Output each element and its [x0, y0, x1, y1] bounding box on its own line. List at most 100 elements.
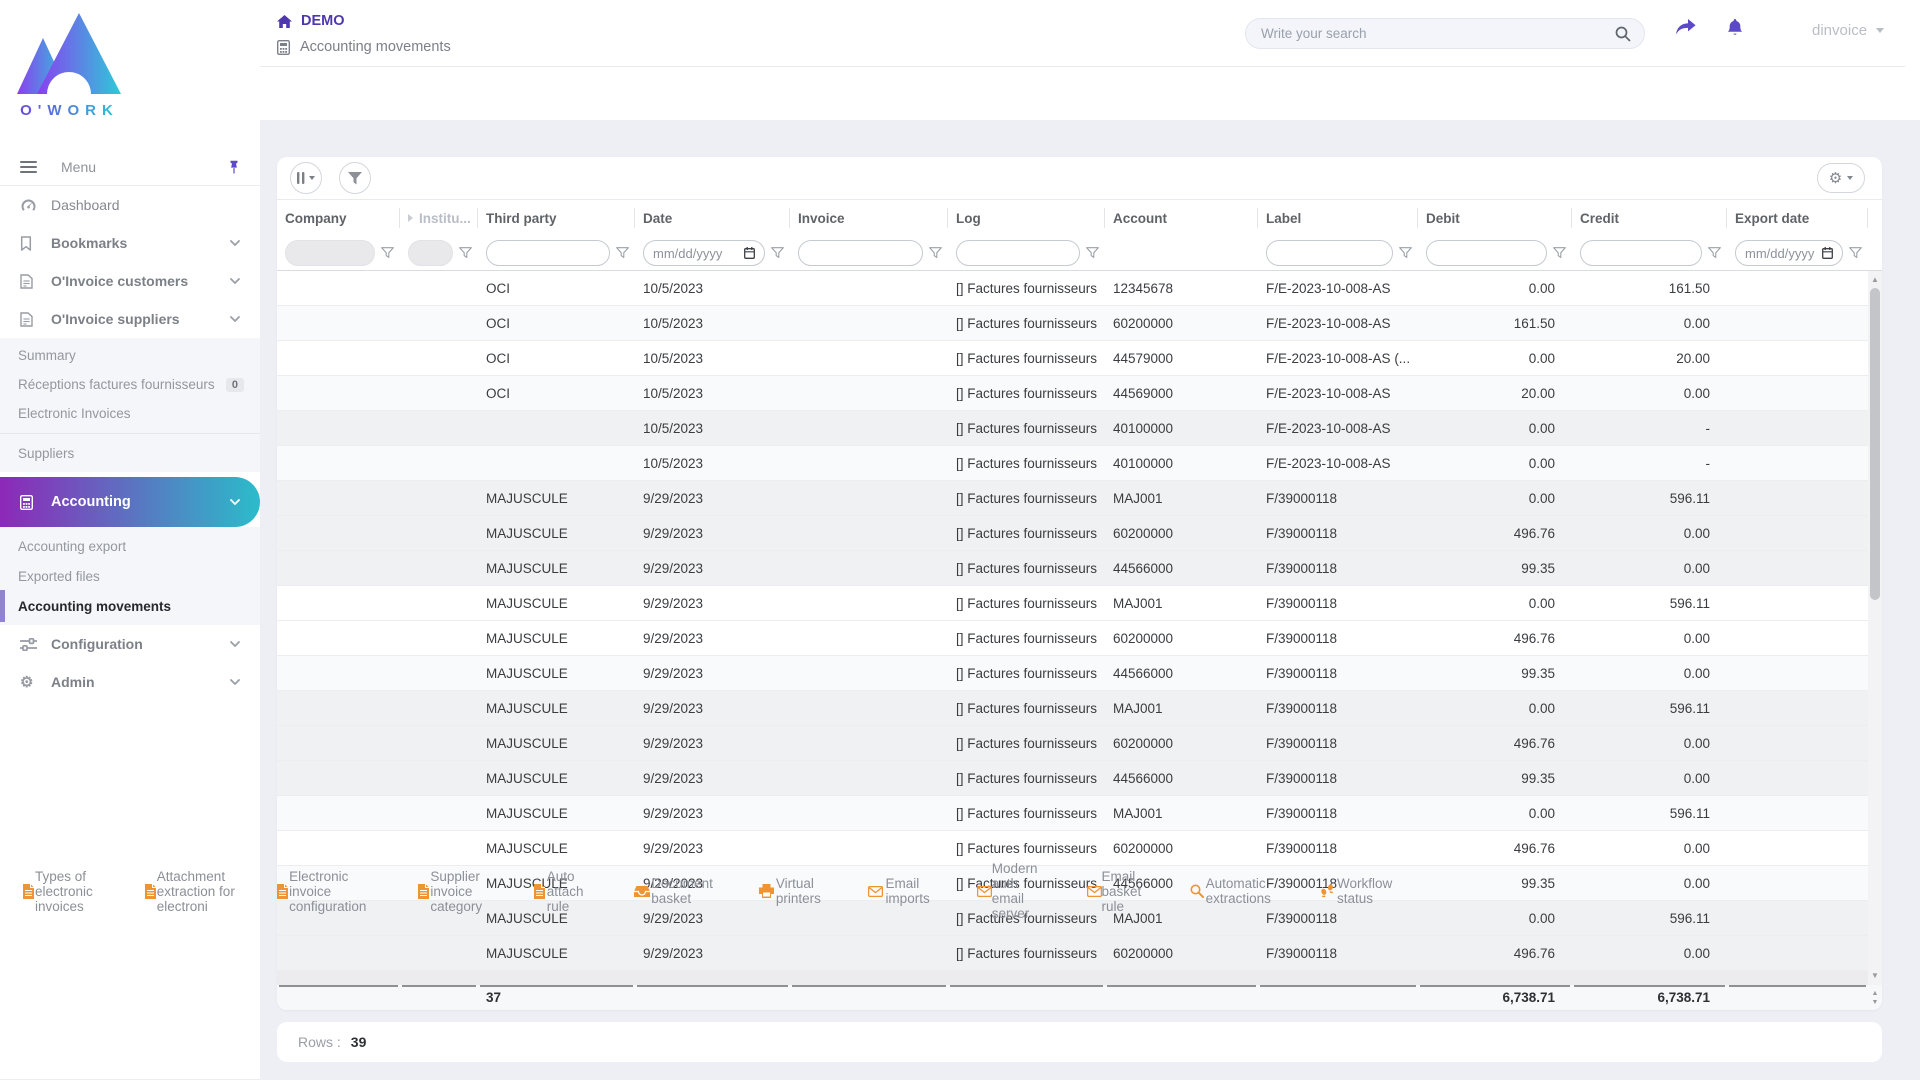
- sidebar-item-o-invoice-customers[interactable]: O'Invoice customers: [0, 262, 260, 300]
- column-header-third_party[interactable]: Third party: [478, 200, 635, 236]
- filter-funnel-icon[interactable]: [1708, 247, 1721, 259]
- horizontal-scrollbar[interactable]: [277, 971, 1868, 985]
- sidebar-item-accounting[interactable]: Accounting: [0, 477, 260, 527]
- filter-funnel-icon[interactable]: [1399, 247, 1412, 259]
- sidebar-subitem-workflow-status[interactable]: Workflow status: [1298, 876, 1417, 906]
- filter-funnel-icon[interactable]: [1849, 247, 1862, 259]
- sidebar-subitem-document-basket[interactable]: Document basket: [612, 876, 738, 906]
- filter-input-log[interactable]: [956, 240, 1080, 266]
- hamburger-icon[interactable]: [20, 160, 37, 173]
- search-input[interactable]: [1259, 25, 1615, 42]
- column-header-company[interactable]: Company: [277, 200, 400, 236]
- sidebar-subitem-types-of-electronic-invoices[interactable]: Types of electronic invoices: [0, 869, 122, 914]
- column-header-debit[interactable]: Debit: [1418, 200, 1572, 236]
- filter-funnel-icon[interactable]: [381, 247, 394, 259]
- sidebar-subitem-email-basket-rule[interactable]: Email basket rule: [1065, 869, 1169, 914]
- table-row[interactable]: MAJUSCULE 9/29/2023[] Factures fournisseu…: [277, 831, 1882, 866]
- breadcrumb[interactable]: DEMO: [277, 13, 345, 29]
- table-row[interactable]: MAJUSCULE 9/29/2023[] Factures fournisseu…: [277, 586, 1882, 621]
- totals-scrollbar[interactable]: ▲ ▼: [1868, 985, 1882, 1010]
- sidebar-subitem-virtual-printers[interactable]: Virtual printers: [737, 876, 846, 906]
- table-row[interactable]: MAJUSCULE 9/29/2023[] Factures fournisseu…: [277, 761, 1882, 796]
- table-row[interactable]: MAJUSCULE 9/29/2023[] Factures fournisseu…: [277, 726, 1882, 761]
- cell-third_party: MAJUSCULE: [486, 595, 568, 611]
- table-row[interactable]: 10/5/2023 [] Factures fournisseurs 4010000…: [277, 411, 1882, 446]
- column-header-export_date[interactable]: Export date: [1727, 200, 1868, 236]
- sidebar-subitem-electronic-invoices[interactable]: Electronic Invoices: [0, 399, 260, 428]
- column-header-account[interactable]: Account: [1105, 200, 1258, 236]
- calendar-icon[interactable]: [1822, 247, 1833, 259]
- bell-icon[interactable]: [1727, 19, 1743, 36]
- table-row[interactable]: MAJUSCULE 9/29/2023[] Factures fournisseu…: [277, 901, 1882, 936]
- filter-input-third_party[interactable]: [486, 240, 610, 266]
- share-icon[interactable]: [1675, 19, 1696, 35]
- scroll-up-icon[interactable]: ▲: [1868, 273, 1882, 287]
- sidebar-subitem-modern-auth-email-server[interactable]: Modern auth email server: [955, 861, 1065, 921]
- table-row[interactable]: MAJUSCULE 9/29/2023[] Factures fournisseu…: [277, 516, 1882, 551]
- sidebar-subitem-electronic-invoice-configuration[interactable]: Electronic invoice configuration: [254, 869, 395, 914]
- sidebar-subitem-suppliers[interactable]: Suppliers: [0, 439, 260, 468]
- settings-button[interactable]: ⚙: [1817, 163, 1865, 193]
- sidebar-item-configuration[interactable]: Configuration: [0, 625, 260, 663]
- column-header-log[interactable]: Log: [948, 200, 1105, 236]
- sidebar-subitem-attachment-extraction-for-electroni[interactable]: Attachment extraction for electroni: [122, 869, 254, 914]
- table-row[interactable]: MAJUSCULE 9/29/2023[] Factures fournisseu…: [277, 621, 1882, 656]
- sidebar-subitem-auto-attach-rule[interactable]: Auto attach rule: [511, 869, 612, 914]
- scroll-up-icon[interactable]: ▲: [1872, 990, 1879, 997]
- search-icon[interactable]: [1615, 26, 1631, 42]
- table-row[interactable]: MAJUSCULE 9/29/2023[] Factures fournisseu…: [277, 936, 1882, 971]
- table-row[interactable]: MAJUSCULE 9/29/2023[] Factures fournisseu…: [277, 691, 1882, 726]
- filter-date-input-export_date[interactable]: mm/dd/yyyy: [1735, 240, 1843, 266]
- filter-funnel-icon[interactable]: [1086, 247, 1099, 259]
- filter-input-credit[interactable]: [1580, 240, 1702, 266]
- column-header-credit[interactable]: Credit: [1572, 200, 1727, 236]
- filter-button[interactable]: [339, 162, 371, 194]
- table-row[interactable]: OCI 10/5/2023 [] Factures fournisseurs 4456…: [277, 376, 1882, 411]
- calendar-icon[interactable]: [744, 247, 755, 259]
- column-header-invoice[interactable]: Invoice: [790, 200, 948, 236]
- table-row[interactable]: OCI 10/5/2023 [] Factures fournisseurs 4457…: [277, 341, 1882, 376]
- columns-button[interactable]: [290, 162, 322, 194]
- table-row[interactable]: MAJUSCULE 9/29/2023[] Factures fournisseu…: [277, 481, 1882, 516]
- sidebar-subitem-accounting-export[interactable]: Accounting export: [0, 531, 260, 561]
- filter-date-input-date[interactable]: mm/dd/yyyy: [643, 240, 765, 266]
- sidebar-item-admin[interactable]: ⚙ Admin: [0, 663, 260, 701]
- filter-input-debit[interactable]: [1426, 240, 1547, 266]
- scroll-down-icon[interactable]: ▼: [1868, 969, 1882, 983]
- sidebar-item-dashboard[interactable]: Dashboard: [0, 186, 260, 224]
- app-logo[interactable]: O'WORK: [0, 0, 260, 148]
- sidebar-item-bookmarks[interactable]: Bookmarks: [0, 224, 260, 262]
- sidebar-subitem-automatic-extractions[interactable]: Automatic extractions: [1168, 876, 1297, 906]
- table-row[interactable]: 10/5/2023 [] Factures fournisseurs 4010000…: [277, 446, 1882, 481]
- scrollbar-thumb[interactable]: [1870, 288, 1880, 600]
- sidebar-subitem-accounting-movements[interactable]: Accounting movements: [0, 590, 260, 622]
- filter-funnel-icon[interactable]: [459, 247, 472, 259]
- scroll-down-icon[interactable]: ▼: [1872, 999, 1879, 1006]
- filter-input-label[interactable]: [1266, 240, 1393, 266]
- table-row[interactable]: MAJUSCULE 9/29/2023[] Factures fournisseu…: [277, 796, 1882, 831]
- column-header-date[interactable]: Date: [635, 200, 790, 236]
- filter-funnel-icon[interactable]: [616, 247, 629, 259]
- table-row[interactable]: MAJUSCULE 9/29/2023[] Factures fournisseu…: [277, 656, 1882, 691]
- column-header-institution[interactable]: Institu...: [400, 200, 478, 236]
- cell-debit: 99.35: [1521, 770, 1555, 786]
- filter-input-invoice[interactable]: [798, 240, 923, 266]
- filter-funnel-icon[interactable]: [771, 247, 784, 259]
- table-row[interactable]: OCI 10/5/2023 [] Factures fournisseurs 6020…: [277, 306, 1882, 341]
- column-header-label[interactable]: Label: [1258, 200, 1418, 236]
- sidebar-subitem-r-ceptions-factures-fournisseurs[interactable]: Réceptions factures fournisseurs 0: [0, 370, 260, 399]
- sidebar-subitem-email-imports[interactable]: Email imports: [846, 876, 954, 906]
- cell-log: [] Factures fournisseurs: [956, 700, 1098, 716]
- sidebar-subitem-summary[interactable]: Summary: [0, 341, 260, 370]
- sidebar-item-o-invoice-suppliers[interactable]: O'Invoice suppliers: [0, 300, 260, 338]
- filter-funnel-icon[interactable]: [929, 247, 942, 259]
- filter-funnel-icon[interactable]: [1553, 247, 1566, 259]
- vertical-scrollbar[interactable]: ▲ ▼: [1868, 271, 1882, 985]
- table-row[interactable]: OCI 10/5/2023 [] Factures fournisseurs 1234…: [277, 271, 1882, 306]
- sidebar-subitem-exported-files[interactable]: Exported files: [0, 561, 260, 591]
- cell-account: 44566000: [1113, 560, 1174, 576]
- pin-icon[interactable]: [228, 160, 240, 174]
- table-row[interactable]: MAJUSCULE 9/29/2023[] Factures fournisseu…: [277, 551, 1882, 586]
- sidebar-subitem-supplier-invoice-category[interactable]: Supplier invoice category: [395, 869, 511, 914]
- user-menu[interactable]: dinvoice: [1812, 22, 1885, 39]
